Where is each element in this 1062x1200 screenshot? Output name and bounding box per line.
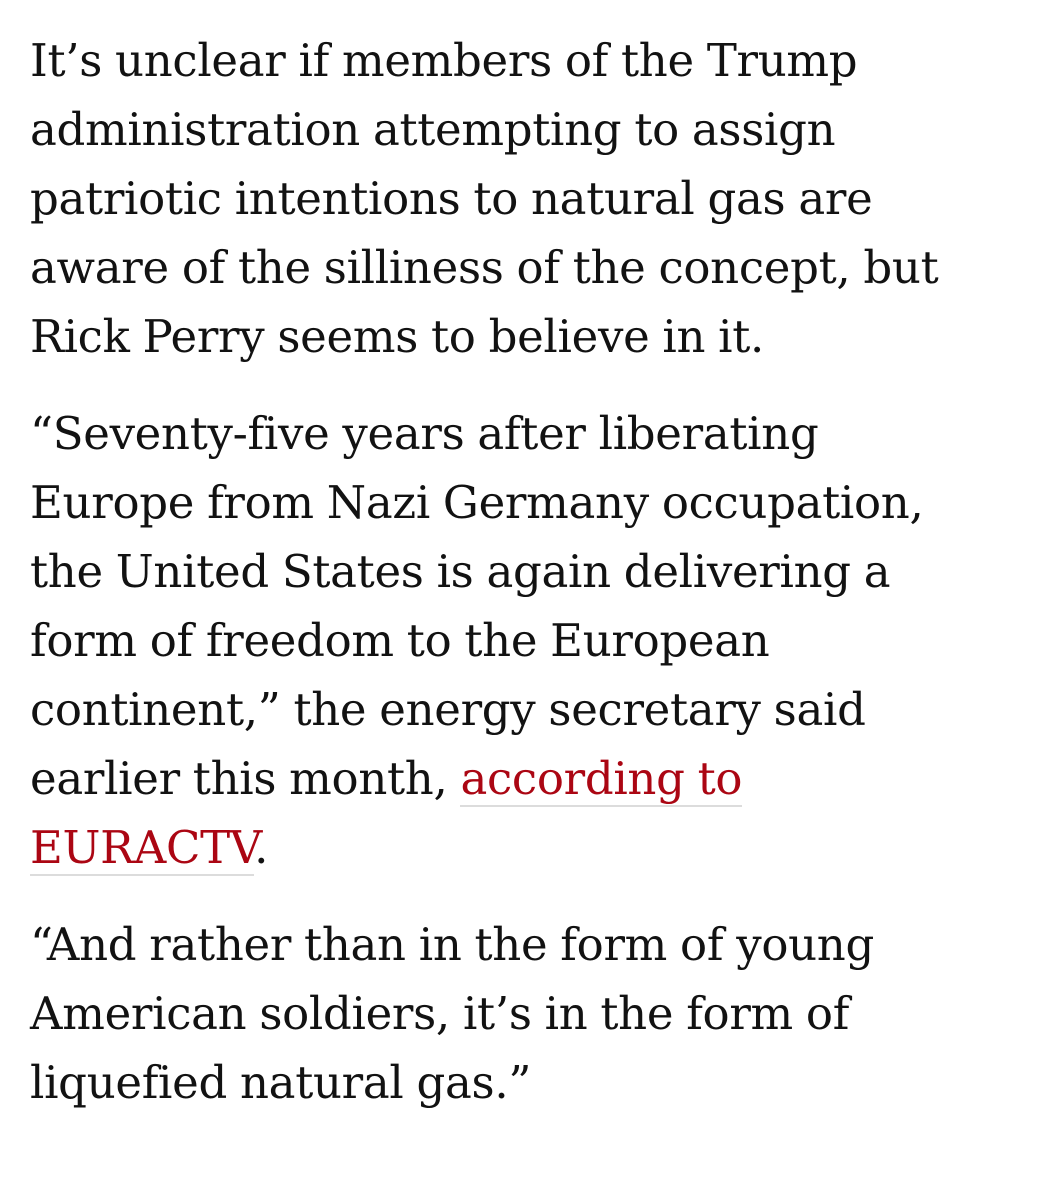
paragraph-1: It’s unclear if members of the Trump adm… [30, 26, 1030, 371]
text-line: continent,” the energy secretary said [30, 683, 866, 736]
text-line-with-link: EURACTV. [30, 813, 1030, 882]
text-line: administration attempting to assign [30, 103, 836, 156]
text-line: Europe from Nazi Germany occupation, [30, 476, 924, 529]
article-body: It’s unclear if members of the Trump adm… [30, 26, 1030, 1145]
text-line: patriotic intentions to natural gas are [30, 172, 873, 225]
euractiv-link[interactable]: according to [460, 752, 743, 807]
text-line: the United States is again delivering a [30, 545, 891, 598]
text-line: “And rather than in the form of young [30, 918, 874, 971]
text-line: aware of the silliness of the concept, b… [30, 241, 939, 294]
text-line: Rick Perry seems to believe in it. [30, 310, 765, 363]
paragraph-2: “Seventy-five years after liberating Eur… [30, 399, 1030, 882]
text-line: “Seventy-five years after liberating [30, 407, 819, 460]
text-segment: earlier this month, [30, 752, 461, 805]
sentence-end-period: . [254, 821, 269, 874]
text-line: liquefied natural gas.” [30, 1056, 532, 1109]
text-line: American soldiers, it’s in the form of [30, 987, 850, 1040]
euractiv-link-continued[interactable]: EURACTV [30, 821, 254, 876]
text-line: It’s unclear if members of the Trump [30, 34, 858, 87]
text-line-with-link: earlier this month, according to [30, 744, 1030, 813]
text-line: form of freedom to the European [30, 614, 770, 667]
paragraph-3: “And rather than in the form of young Am… [30, 910, 1030, 1117]
